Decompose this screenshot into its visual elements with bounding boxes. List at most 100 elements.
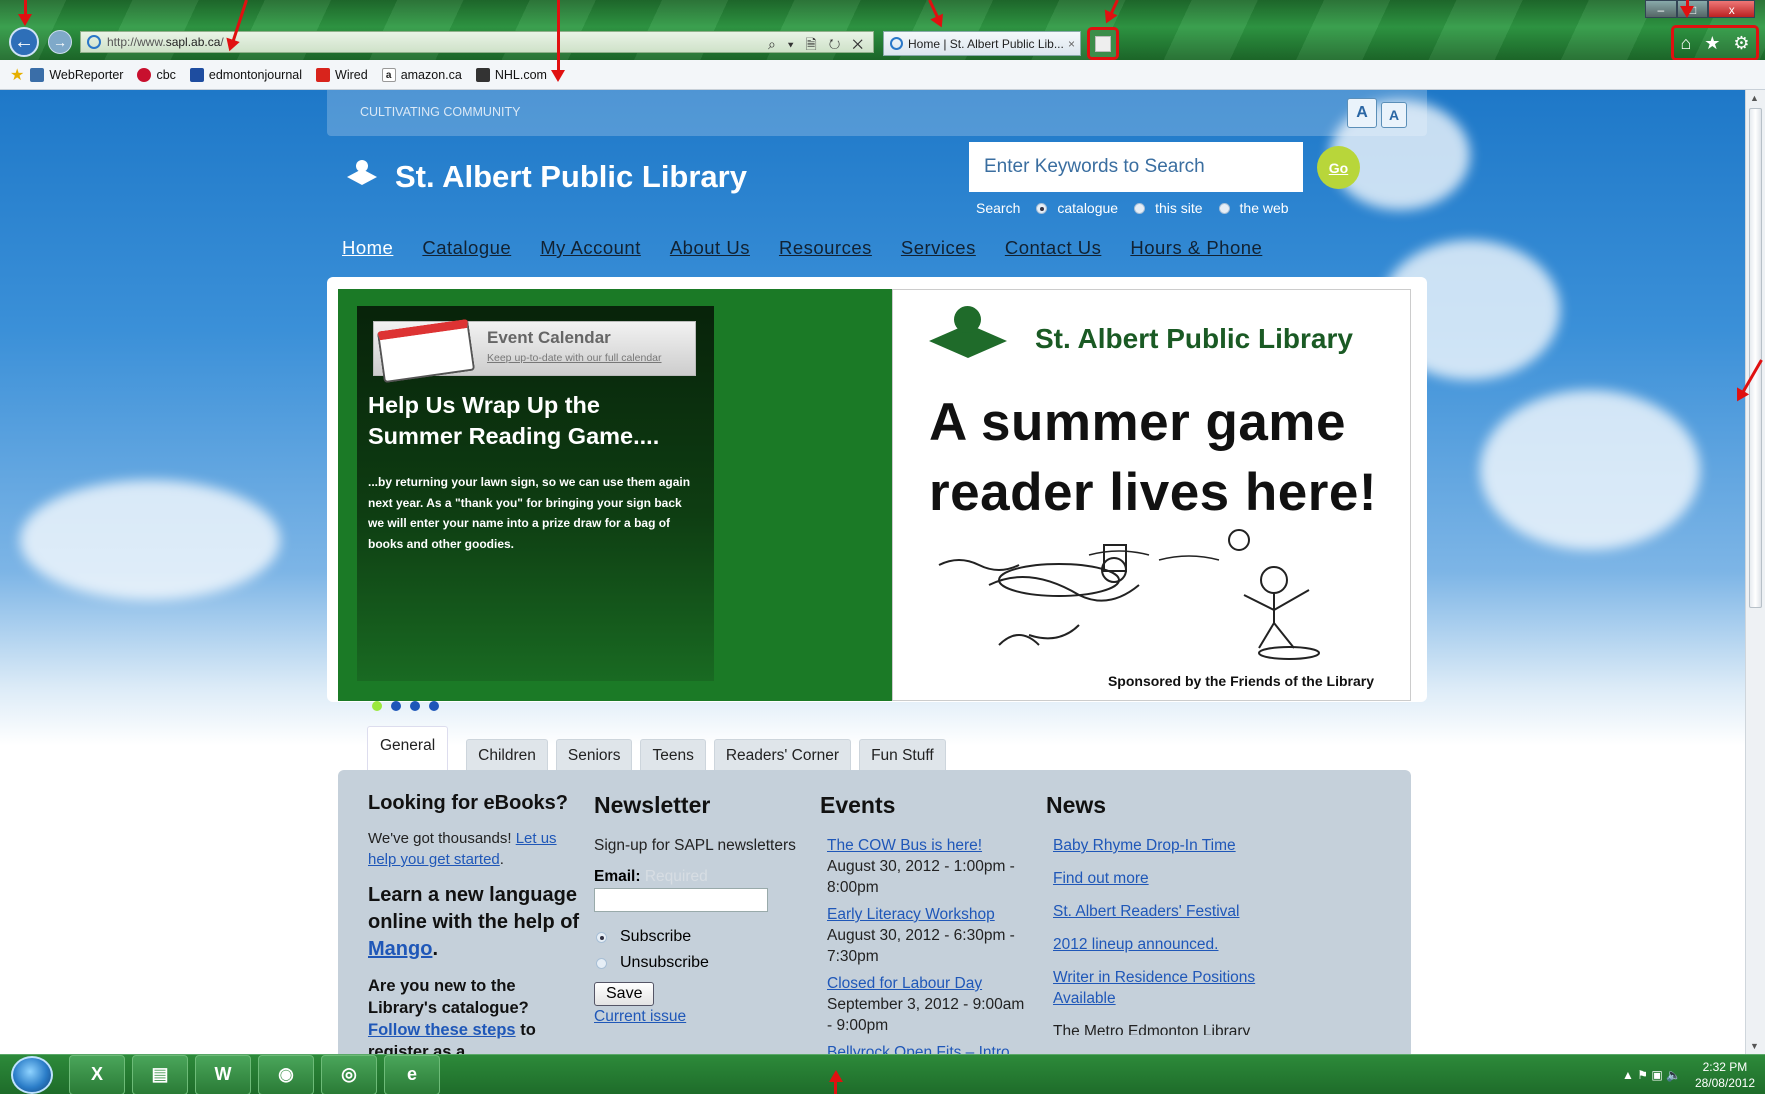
news-link[interactable]: Find out more [1053, 868, 1276, 889]
nav-my-account[interactable]: My Account [540, 237, 641, 259]
news-link[interactable]: Writer in Residence Positions Available [1053, 967, 1276, 1009]
page-viewport: CULTIVATING COMMUNITY A A St. Albert Pub… [0, 90, 1745, 1054]
explorer-icon[interactable]: ▤ [132, 1054, 188, 1094]
news-link[interactable]: St. Albert Readers' Festival [1053, 901, 1276, 922]
favorite-wired[interactable]: Wired [316, 67, 368, 82]
back-button[interactable]: ← [9, 27, 39, 57]
nav-about-us[interactable]: About Us [670, 237, 750, 259]
slide-dot[interactable] [410, 701, 420, 711]
nav-home[interactable]: Home [342, 237, 393, 259]
font-smaller-button[interactable]: A [1381, 102, 1407, 128]
start-button[interactable] [11, 1055, 53, 1094]
event-link[interactable]: Bellyrock Open Fits – Intro [827, 1044, 1010, 1054]
tab-fun-stuff[interactable]: Fun Stuff [859, 739, 946, 770]
tray-icons[interactable]: ▲ ⚑ ▣ 🔈 [1622, 1068, 1681, 1082]
favorite-nhl[interactable]: NHL.com [475, 67, 547, 82]
events-list: The COW Bus is here! August 30, 2012 - 1:… [820, 835, 1030, 1054]
subscribe-option[interactable]: Subscribe [594, 928, 804, 946]
nav-hours-phone[interactable]: Hours & Phone [1130, 237, 1262, 259]
star-icon[interactable]: ★ [1704, 33, 1720, 54]
tab-readers-corner[interactable]: Readers' Corner [713, 739, 852, 770]
go-button[interactable]: Go [1317, 146, 1360, 189]
excel-icon[interactable]: X [69, 1054, 125, 1094]
nav-catalogue[interactable]: Catalogue [422, 237, 511, 259]
annotation-arrow [1680, 0, 1694, 18]
event-calendar-link[interactable]: Keep up-to-date with our full calendar [487, 352, 662, 364]
address-url: http://www.sapl.ab.ca/ [107, 35, 224, 49]
save-button[interactable]: Save [594, 982, 655, 1006]
cloud-decoration [20, 480, 280, 600]
clock[interactable]: 2:32 PM 28/08/2012 [1695, 1059, 1755, 1091]
swimmers-illustration [938, 529, 1320, 660]
current-issue-link[interactable]: Current issue [594, 1008, 686, 1025]
site-logo[interactable]: St. Albert Public Library [343, 159, 747, 195]
unsubscribe-radio[interactable] [596, 957, 607, 969]
nav-resources[interactable]: Resources [779, 237, 872, 259]
ebooks-text: We've got thousands! Let us help you get… [368, 830, 557, 868]
gear-icon[interactable]: ⚙ [1733, 33, 1749, 54]
tab-general[interactable]: General [367, 726, 449, 770]
taskbar: X ▤ W ◉ ◎ e ▲ ⚑ ▣ 🔈 2:32 PM 28/08/2012 [0, 1054, 1765, 1094]
favorites-star-icon[interactable]: ★ [10, 65, 24, 85]
nhl-icon [475, 67, 490, 82]
events-heading: Events [820, 792, 896, 818]
ebooks-heading: Looking for eBooks? [368, 792, 568, 814]
address-bar[interactable]: http://www.sapl.ab.ca/ ⌕ ▾ 🗎 ↻ ✕ [80, 31, 874, 53]
event-link[interactable]: Closed for Labour Day [827, 975, 982, 992]
mango-link[interactable]: Mango [368, 938, 432, 960]
unsubscribe-option[interactable]: Unsubscribe [594, 954, 804, 972]
slide-headline[interactable]: Help Us Wrap Up the Summer Reading Game.… [368, 390, 688, 452]
favorite-cbc[interactable]: cbc [137, 67, 176, 82]
word-icon[interactable]: W [195, 1054, 251, 1094]
email-label: Email: [594, 868, 641, 885]
annotation-arrow [834, 1078, 837, 1094]
slide-dot[interactable] [372, 701, 382, 711]
firefox-icon[interactable]: ◎ [321, 1054, 377, 1094]
tab-teens[interactable]: Teens [640, 739, 706, 770]
home-icon[interactable]: ⌂ [1680, 33, 1691, 54]
event-link[interactable]: The COW Bus is here! [827, 837, 982, 854]
favorite-amazon[interactable]: a amazon.ca [381, 67, 462, 82]
address-tools[interactable]: ⌕ ▾ 🗎 ↻ ✕ [768, 34, 867, 58]
ej-icon [189, 67, 204, 82]
tab-seniors[interactable]: Seniors [555, 739, 633, 770]
nav-contact-us[interactable]: Contact Us [1005, 237, 1102, 259]
event-link[interactable]: Early Literacy Workshop [827, 906, 995, 923]
favorite-edmontonjournal[interactable]: edmontonjournal [189, 67, 302, 82]
scope-radio-web[interactable] [1218, 202, 1230, 214]
calendar-icon [376, 318, 476, 384]
nav-services[interactable]: Services [901, 237, 976, 259]
scroll-up-icon[interactable]: ▲ [1750, 93, 1759, 103]
scroll-thumb[interactable] [1749, 108, 1762, 608]
tab-content: Looking for eBooks? We've got thousands!… [338, 770, 1411, 1054]
summer-game-poster[interactable]: St. Albert Public Library A summer game … [892, 289, 1411, 701]
slide-dot[interactable] [429, 701, 439, 711]
email-field[interactable] [594, 888, 768, 912]
chrome-icon[interactable]: ◉ [258, 1054, 314, 1094]
follow-steps-link[interactable]: Follow these steps [368, 1021, 516, 1039]
poster-org: St. Albert Public Library [1035, 323, 1353, 354]
scope-radio-catalogue[interactable] [1036, 202, 1048, 214]
news-link[interactable]: Baby Rhyme Drop-In Time [1053, 835, 1276, 856]
new-tab-button[interactable] [1087, 27, 1119, 60]
tab-children[interactable]: Children [466, 739, 548, 770]
scope-label: Search [976, 200, 1021, 216]
event-calendar-banner[interactable]: Event Calendar Keep up-to-date with our … [373, 318, 696, 384]
minimize-button[interactable]: – [1645, 0, 1677, 18]
search-input[interactable]: Enter Keywords to Search [969, 142, 1303, 192]
scroll-down-icon[interactable]: ▼ [1750, 1041, 1759, 1051]
newsletter-heading: Newsletter [594, 792, 711, 818]
tab-close-button[interactable]: × [1068, 37, 1075, 51]
event-item: Closed for Labour Day September 3, 2012 -… [827, 975, 1025, 1034]
vertical-scrollbar[interactable]: ▲ ▼ [1745, 90, 1765, 1054]
news-link[interactable]: 2012 lineup announced. [1053, 934, 1276, 955]
favorite-webreporter[interactable]: WebReporter [30, 67, 123, 82]
close-window-button[interactable]: x [1708, 0, 1756, 18]
slide-dot[interactable] [391, 701, 401, 711]
ie-icon[interactable]: e [384, 1054, 440, 1094]
forward-button[interactable]: → [48, 30, 72, 54]
scope-radio-site[interactable] [1134, 202, 1146, 214]
subscribe-radio[interactable] [596, 931, 607, 943]
font-larger-button[interactable]: A [1347, 98, 1377, 128]
browser-tab[interactable]: Home | St. Albert Public Lib... × [883, 31, 1081, 56]
